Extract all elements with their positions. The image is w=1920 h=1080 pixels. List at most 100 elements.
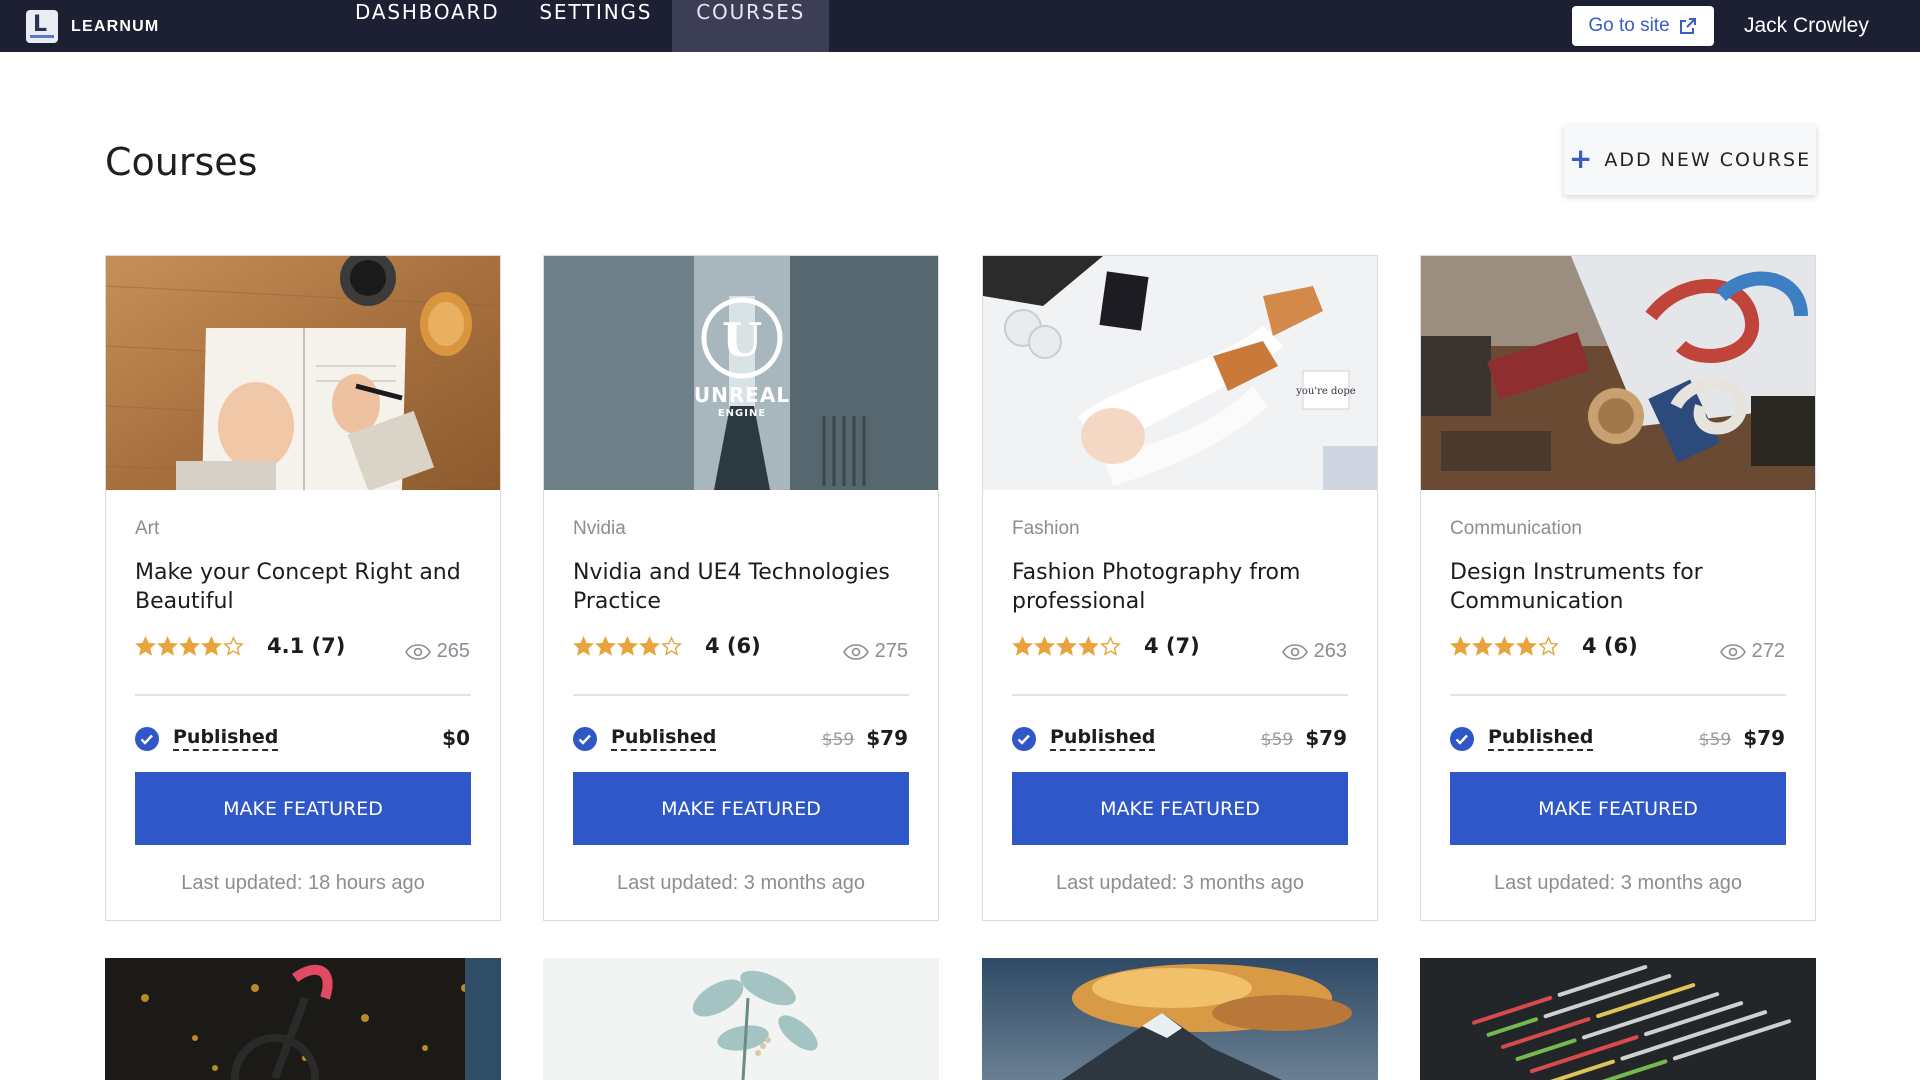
last-updated: Last updated: 3 months ago [1056, 872, 1304, 894]
star-filled-icon [1078, 635, 1099, 656]
course-rating: 4.1 (7) [135, 634, 345, 658]
course-thumbnail-fashion[interactable]: you're dope [983, 256, 1377, 490]
make-featured-button[interactable]: MAKE FEATURED [135, 772, 471, 845]
go-to-site-button[interactable]: Go to site [1572, 6, 1714, 46]
rating-value: 4 (6) [705, 634, 761, 658]
price: $59 $79 [1699, 726, 1785, 750]
eye-icon [1281, 643, 1308, 660]
star-filled-icon [1056, 635, 1077, 656]
course-thumbnail-unreal[interactable]: U UNREAL ENGINE [544, 256, 938, 490]
rating-stars [135, 635, 244, 657]
course-thumbnail-code[interactable] [1420, 958, 1816, 1080]
view-count-value: 272 [1751, 640, 1785, 662]
rating-stars [1450, 635, 1559, 657]
course-title[interactable]: Design Instruments for Communication [1450, 558, 1790, 616]
publish-status[interactable]: Published [1012, 726, 1156, 751]
star-outline-icon [223, 635, 244, 656]
card-divider [573, 694, 909, 696]
current-price: $79 [1743, 726, 1785, 750]
brand-name: LEARNUM [71, 17, 160, 35]
star-filled-icon [595, 635, 616, 656]
course-title[interactable]: Fashion Photography from professional [1012, 558, 1352, 616]
card-divider [1450, 694, 1786, 696]
view-count: 275 [842, 640, 908, 663]
status-label: Published [173, 726, 279, 751]
course-thumbnail-mountain[interactable] [982, 958, 1378, 1080]
fashion-card-text: you're dope [1295, 386, 1356, 397]
last-updated: Last updated: 3 months ago [1494, 872, 1742, 894]
course-category: Fashion [1012, 518, 1080, 539]
star-filled-icon [1472, 635, 1493, 656]
make-featured-button[interactable]: MAKE FEATURED [573, 772, 909, 845]
course-thumbnail-communication[interactable] [1421, 256, 1815, 490]
page-title: Courses [105, 140, 258, 184]
star-filled-icon [157, 635, 178, 656]
make-featured-button[interactable]: MAKE FEATURED [1450, 772, 1786, 845]
star-filled-icon [1494, 635, 1515, 656]
view-count-value: 265 [436, 640, 470, 662]
star-outline-icon [1538, 635, 1559, 656]
course-thumbnail-bike[interactable] [105, 958, 501, 1080]
unreal-engine-text: ENGINE [718, 408, 766, 419]
current-price: $0 [442, 726, 470, 750]
add-new-course-button[interactable]: + ADD NEW COURSE [1564, 125, 1816, 195]
view-count: 272 [1719, 640, 1785, 663]
course-thumbnail-flowers[interactable] [543, 958, 939, 1080]
plus-icon: + [1568, 141, 1593, 175]
eye-icon [1719, 643, 1746, 660]
course-title[interactable]: Nvidia and UE4 Technologies Practice [573, 558, 913, 616]
course-card: Communication Design Instruments for Com… [1420, 255, 1816, 921]
star-filled-icon [573, 635, 594, 656]
last-updated: Last updated: 3 months ago [617, 872, 865, 894]
check-circle-icon [135, 726, 159, 751]
star-filled-icon [639, 635, 660, 656]
external-link-icon [1679, 18, 1696, 34]
status-label: Published [611, 726, 717, 751]
main-nav: DASHBOARD SETTINGS COURSES [335, 0, 830, 52]
current-price: $79 [866, 726, 908, 750]
nav-dashboard[interactable]: DASHBOARD [335, 0, 519, 52]
view-count: 265 [404, 640, 470, 663]
check-circle-icon [1450, 726, 1474, 751]
publish-status[interactable]: Published [573, 726, 717, 751]
eye-icon [404, 643, 431, 660]
nav-courses[interactable]: COURSES [672, 0, 830, 52]
price: $59 $79 [822, 726, 908, 750]
brand-logo-icon: L [26, 10, 58, 43]
card-divider [135, 694, 471, 696]
price: $59 $79 [1261, 726, 1347, 750]
card-divider [1012, 694, 1348, 696]
original-price: $59 [821, 730, 855, 750]
unreal-logo-text: UNREAL [694, 383, 790, 407]
course-category: Art [135, 518, 160, 539]
star-outline-icon [661, 635, 682, 656]
add-new-course-label: ADD NEW COURSE [1604, 149, 1812, 171]
rating-value: 4 (7) [1144, 634, 1200, 658]
course-card: U UNREAL ENGINE Nvidia Nvidia and UE4 Te… [543, 255, 939, 921]
make-featured-button[interactable]: MAKE FEATURED [1012, 772, 1348, 845]
brand[interactable]: L LEARNUM [26, 10, 159, 43]
course-card: you're dope Fashion Fashion Photography … [982, 255, 1378, 921]
user-menu[interactable]: Jack Crowley [1744, 14, 1869, 38]
star-filled-icon [617, 635, 638, 656]
course-thumbnail-art[interactable] [106, 256, 500, 490]
view-count: 263 [1281, 640, 1347, 663]
star-filled-icon [1450, 635, 1471, 656]
star-filled-icon [1516, 635, 1537, 656]
original-price: $59 [1698, 730, 1732, 750]
star-filled-icon [1012, 635, 1033, 656]
rating-stars [1012, 635, 1121, 657]
price: $0 [442, 726, 470, 750]
view-count-value: 263 [1313, 640, 1347, 662]
top-navbar: L LEARNUM DASHBOARD SETTINGS COURSES Go … [0, 0, 1920, 52]
nav-settings[interactable]: SETTINGS [519, 0, 672, 52]
status-label: Published [1488, 726, 1594, 751]
course-title[interactable]: Make your Concept Right and Beautiful [135, 558, 475, 616]
star-filled-icon [179, 635, 200, 656]
star-outline-icon [1100, 635, 1121, 656]
check-circle-icon [1012, 726, 1036, 751]
publish-status[interactable]: Published [1450, 726, 1594, 751]
publish-status[interactable]: Published [135, 726, 279, 751]
brand-logo-letter: L [33, 12, 48, 37]
rating-value: 4 (6) [1582, 634, 1638, 658]
